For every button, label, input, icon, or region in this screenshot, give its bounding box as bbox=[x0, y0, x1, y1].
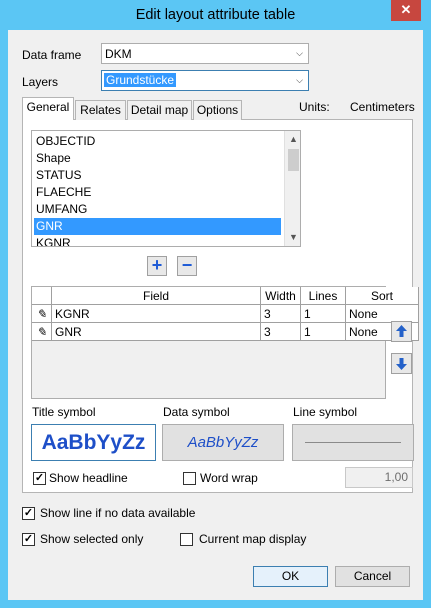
plus-icon: + bbox=[151, 255, 163, 275]
show-headline-checkbox[interactable]: ✓ bbox=[33, 472, 46, 485]
list-item-selected[interactable]: GNR bbox=[34, 218, 281, 235]
move-down-button[interactable] bbox=[391, 353, 412, 374]
data-symbol-label: Data symbol bbox=[163, 405, 230, 419]
line-symbol-button[interactable] bbox=[292, 424, 414, 461]
chevron-down-icon: ⌵ bbox=[296, 75, 303, 85]
move-up-button[interactable] bbox=[391, 321, 412, 342]
title-symbol-button[interactable]: AaBbYyZz bbox=[31, 424, 156, 461]
data-symbol-button[interactable]: AaBbYyZz bbox=[162, 424, 284, 461]
list-item[interactable]: Shape bbox=[34, 150, 281, 167]
table-cell-width[interactable]: 3 bbox=[261, 305, 301, 323]
list-item[interactable]: FLAECHE bbox=[34, 184, 281, 201]
layers-select[interactable]: Grundstücke ⌵ bbox=[101, 70, 309, 91]
show-line-no-data-label: Show line if no data available bbox=[40, 506, 196, 520]
list-item[interactable]: UMFANG bbox=[34, 201, 281, 218]
layers-label: Layers bbox=[22, 75, 59, 89]
units-label: Units: bbox=[299, 100, 330, 114]
arrow-down-icon bbox=[396, 358, 407, 370]
check-icon: ✓ bbox=[23, 507, 34, 519]
column-header-width: Width bbox=[261, 287, 301, 305]
current-map-display-label: Current map display bbox=[199, 532, 307, 546]
close-button[interactable]: ✕ bbox=[391, 0, 421, 21]
show-line-no-data-checkbox[interactable]: ✓ bbox=[22, 507, 35, 520]
word-wrap-label: Word wrap bbox=[200, 471, 258, 485]
minus-icon: − bbox=[181, 255, 193, 275]
column-header-sort: Sort bbox=[346, 287, 419, 305]
row-header-corner bbox=[32, 287, 52, 305]
scroll-down-icon[interactable]: ▼ bbox=[285, 229, 300, 246]
units-value: Centimeters bbox=[350, 100, 415, 114]
column-header-lines: Lines bbox=[301, 287, 346, 305]
check-icon: ✓ bbox=[23, 533, 34, 545]
current-map-display-checkbox[interactable] bbox=[180, 533, 193, 546]
show-selected-only-checkbox[interactable]: ✓ bbox=[22, 533, 35, 546]
tab-options[interactable]: Options bbox=[193, 100, 242, 120]
column-header-field: Field bbox=[52, 287, 261, 305]
show-headline-label: Show headline bbox=[49, 471, 128, 485]
table-cell-field[interactable]: KGNR bbox=[52, 305, 261, 323]
layers-value: Grundstücke bbox=[104, 73, 177, 87]
data-frame-select[interactable]: DKM ⌵ bbox=[101, 43, 309, 64]
line-symbol-preview bbox=[305, 442, 401, 443]
field-list[interactable]: OBJECTID Shape STATUS FLAECHE UMFANG GNR… bbox=[31, 130, 301, 247]
list-scrollbar[interactable]: ▲ ▼ bbox=[284, 131, 300, 246]
tab-detail-map[interactable]: Detail map bbox=[127, 100, 192, 120]
scroll-up-icon[interactable]: ▲ bbox=[285, 131, 300, 148]
chevron-down-icon: ⌵ bbox=[296, 48, 303, 58]
window-title: Edit layout attribute table bbox=[135, 7, 296, 23]
remove-field-button[interactable]: − bbox=[177, 256, 197, 276]
scroll-thumb[interactable] bbox=[288, 149, 299, 171]
tab-relates[interactable]: Relates bbox=[75, 100, 126, 120]
show-selected-only-label: Show selected only bbox=[40, 532, 144, 546]
word-wrap-checkbox[interactable] bbox=[183, 472, 196, 485]
list-item[interactable]: OBJECTID bbox=[34, 133, 281, 150]
data-frame-value: DKM bbox=[105, 47, 132, 61]
title-symbol-label: Title symbol bbox=[32, 405, 96, 419]
table-cell-field[interactable]: GNR bbox=[52, 323, 261, 341]
line-symbol-label: Line symbol bbox=[293, 405, 358, 419]
list-item[interactable]: KGNR bbox=[34, 235, 281, 246]
data-frame-label: Data frame bbox=[22, 48, 82, 62]
table-cell-lines[interactable]: 1 bbox=[301, 323, 346, 341]
arrow-up-icon bbox=[396, 325, 407, 337]
data-symbol-preview: AaBbYyZz bbox=[187, 434, 259, 451]
fields-table[interactable]: Field Width Lines Sort ✎ KGNR 3 1 None ✎… bbox=[31, 286, 419, 399]
wrap-width-input[interactable]: 1,00 bbox=[345, 467, 413, 488]
table-cell-lines[interactable]: 1 bbox=[301, 305, 346, 323]
table-cell-width[interactable]: 3 bbox=[261, 323, 301, 341]
tab-general[interactable]: General bbox=[22, 97, 74, 120]
row-header-pencil-icon[interactable]: ✎ bbox=[32, 323, 52, 341]
row-header-edit-icon[interactable]: ✎ bbox=[32, 305, 52, 323]
ok-button[interactable]: OK bbox=[253, 566, 328, 587]
add-field-button[interactable]: + bbox=[147, 256, 167, 276]
close-icon: ✕ bbox=[400, 2, 412, 17]
list-item[interactable]: STATUS bbox=[34, 167, 281, 184]
title-symbol-preview: AaBbYyZz bbox=[41, 431, 146, 454]
check-icon: ✓ bbox=[34, 472, 45, 484]
cancel-button[interactable]: Cancel bbox=[335, 566, 410, 587]
